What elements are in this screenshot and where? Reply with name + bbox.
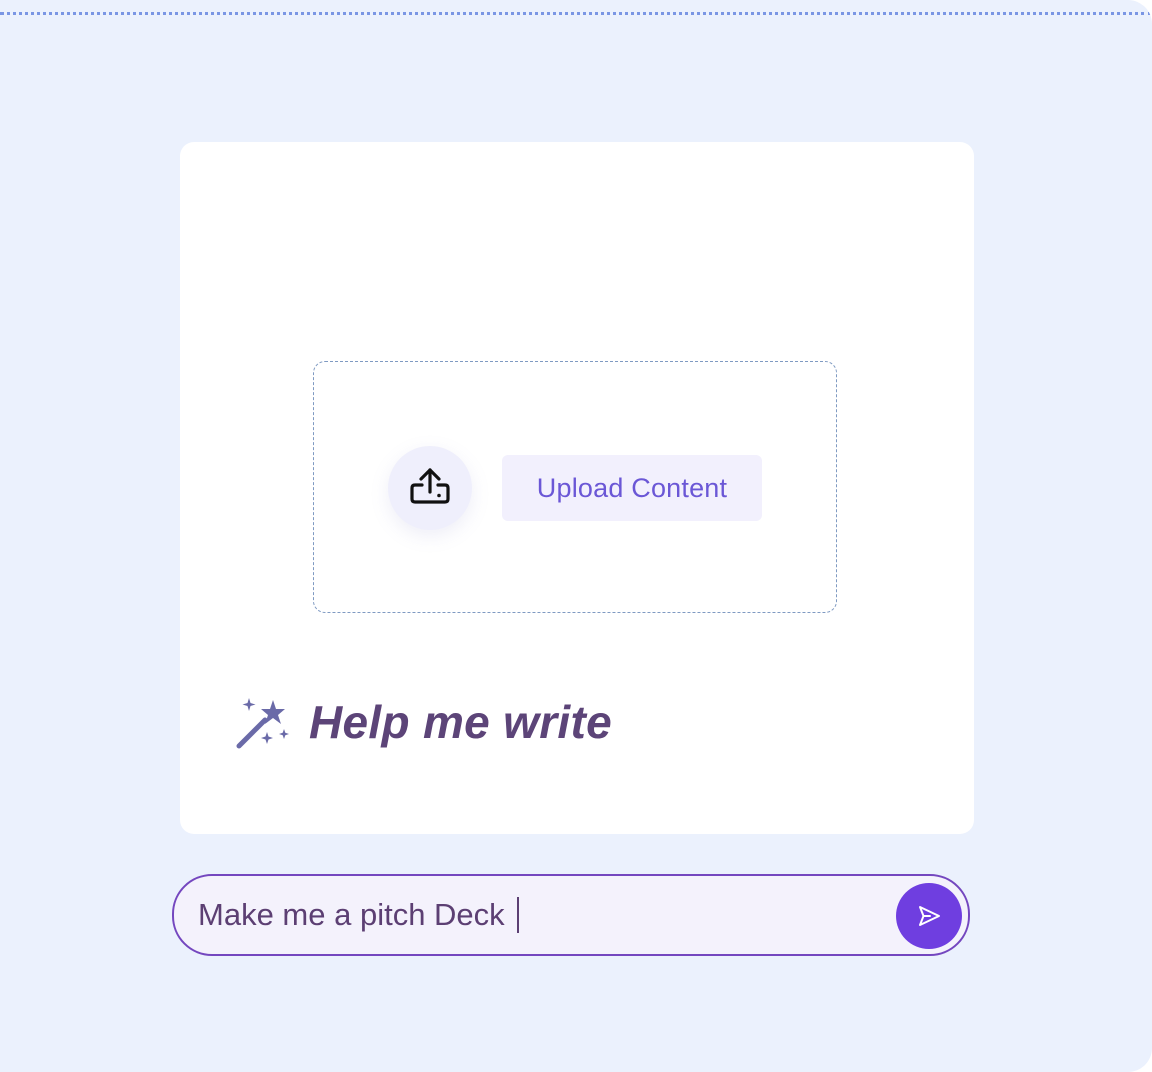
help-me-write[interactable]: Help me write: [235, 694, 612, 750]
send-icon: [919, 906, 940, 926]
content-card: Upload Content Help me write: [180, 142, 974, 834]
magic-wand-icon: [236, 698, 289, 749]
upload-content-button[interactable]: Upload Content: [502, 455, 762, 521]
upload-icon-button[interactable]: [388, 446, 472, 530]
send-button[interactable]: [896, 883, 962, 949]
page-background: Upload Content Help me write Make me a p…: [0, 0, 1152, 1072]
text-caret: [516, 897, 519, 933]
dotted-divider: [0, 12, 1152, 15]
chat-input-field[interactable]: Make me a pitch Deck: [198, 876, 519, 954]
chat-input[interactable]: Make me a pitch Deck: [172, 874, 970, 956]
upload-icon: [410, 468, 450, 504]
help-me-write-label: Help me write: [309, 696, 612, 748]
chat-input-value: Make me a pitch Deck: [198, 897, 505, 932]
upload-dropzone[interactable]: Upload Content: [313, 361, 837, 613]
